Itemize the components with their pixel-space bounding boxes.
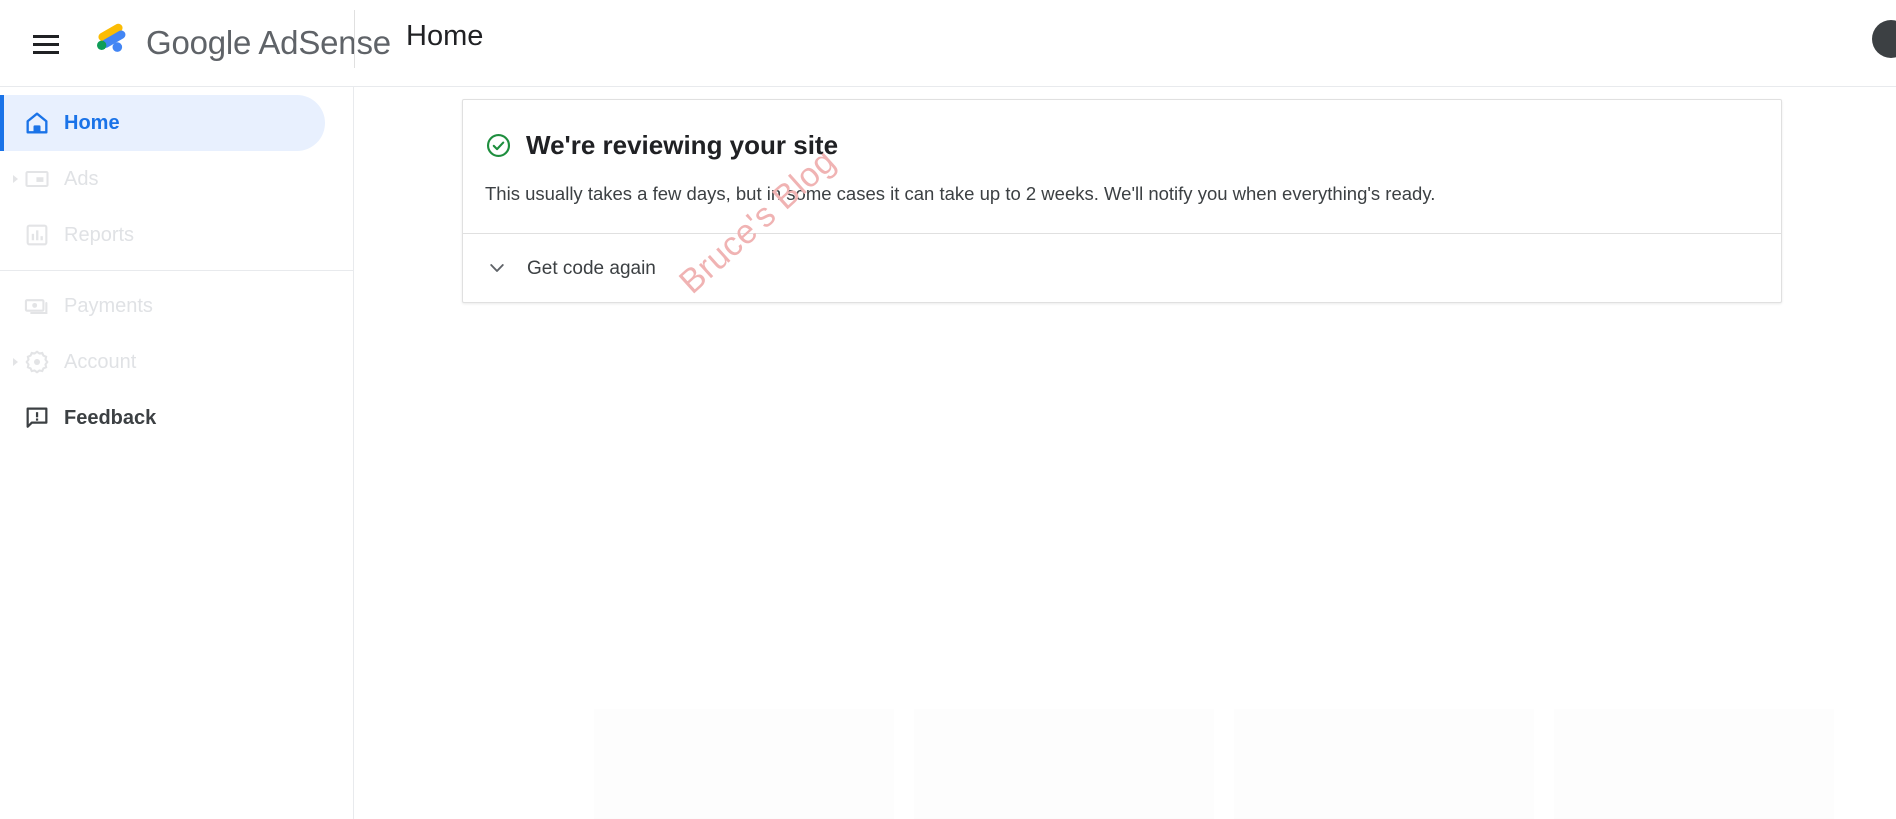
sidebar-item-ads[interactable]: Ads (0, 151, 353, 207)
hamburger-line (33, 34, 59, 38)
ghost-block (914, 709, 1214, 819)
card-body: We're reviewing your site This usually t… (463, 100, 1781, 233)
adsense-logo-icon (97, 23, 126, 52)
chevron-down-icon (490, 264, 504, 273)
top-app-bar: Google AdSense Home (0, 0, 1896, 87)
page-title: Home (406, 20, 484, 52)
sidebar-item-label: Home (64, 112, 120, 134)
sidebar-item-feedback[interactable]: Feedback (0, 390, 353, 446)
background-faint-artifacts (594, 699, 1834, 819)
header-divider (354, 10, 355, 68)
get-code-again-label: Get code again (527, 257, 656, 279)
sidebar-divider (0, 270, 353, 271)
get-code-again-row[interactable]: Get code again (463, 234, 1781, 302)
expand-arrow-icon[interactable] (8, 175, 22, 183)
site-review-card: We're reviewing your site This usually t… (462, 99, 1782, 304)
main-content: We're reviewing your site This usually t… (354, 87, 1896, 819)
payments-icon (22, 291, 52, 321)
hamburger-line (33, 42, 59, 46)
check-circle-icon (486, 134, 511, 158)
sidebar-nav: Home Ads Reports Payments Account Feedba… (0, 87, 354, 819)
sidebar-item-payments[interactable]: Payments (0, 278, 353, 334)
sidebar-item-account[interactable]: Account (0, 334, 353, 390)
sidebar-item-label: Account (64, 351, 137, 373)
sidebar-item-label: Feedback (64, 407, 157, 429)
hamburger-menu-icon[interactable] (24, 22, 68, 66)
card-description: This usually takes a few days, but in so… (485, 183, 1436, 205)
ads-icon (22, 164, 52, 194)
ghost-block (1554, 709, 1834, 819)
hamburger-line (33, 50, 59, 54)
ghost-block (1234, 709, 1534, 819)
avatar[interactable] (1872, 20, 1896, 58)
sidebar-item-label: Reports (64, 224, 135, 246)
ghost-block (594, 709, 894, 819)
home-icon (22, 108, 52, 138)
card-title: We're reviewing your site (526, 130, 839, 160)
sidebar-item-reports[interactable]: Reports (0, 207, 353, 263)
account-icon (22, 347, 52, 377)
reports-icon (22, 220, 52, 250)
expand-arrow-icon[interactable] (8, 358, 22, 366)
sidebar-item-home[interactable]: Home (0, 95, 325, 151)
brand-logo-group[interactable]: Google AdSense (88, 12, 391, 72)
card-heading: We're reviewing your site (485, 130, 1759, 161)
feedback-icon (22, 403, 52, 433)
sidebar-item-label: Ads (64, 168, 99, 190)
sidebar-item-label: Payments (64, 295, 153, 317)
adsense-home-page: Google AdSense Home Home Ads Reports Pay… (0, 0, 1896, 819)
